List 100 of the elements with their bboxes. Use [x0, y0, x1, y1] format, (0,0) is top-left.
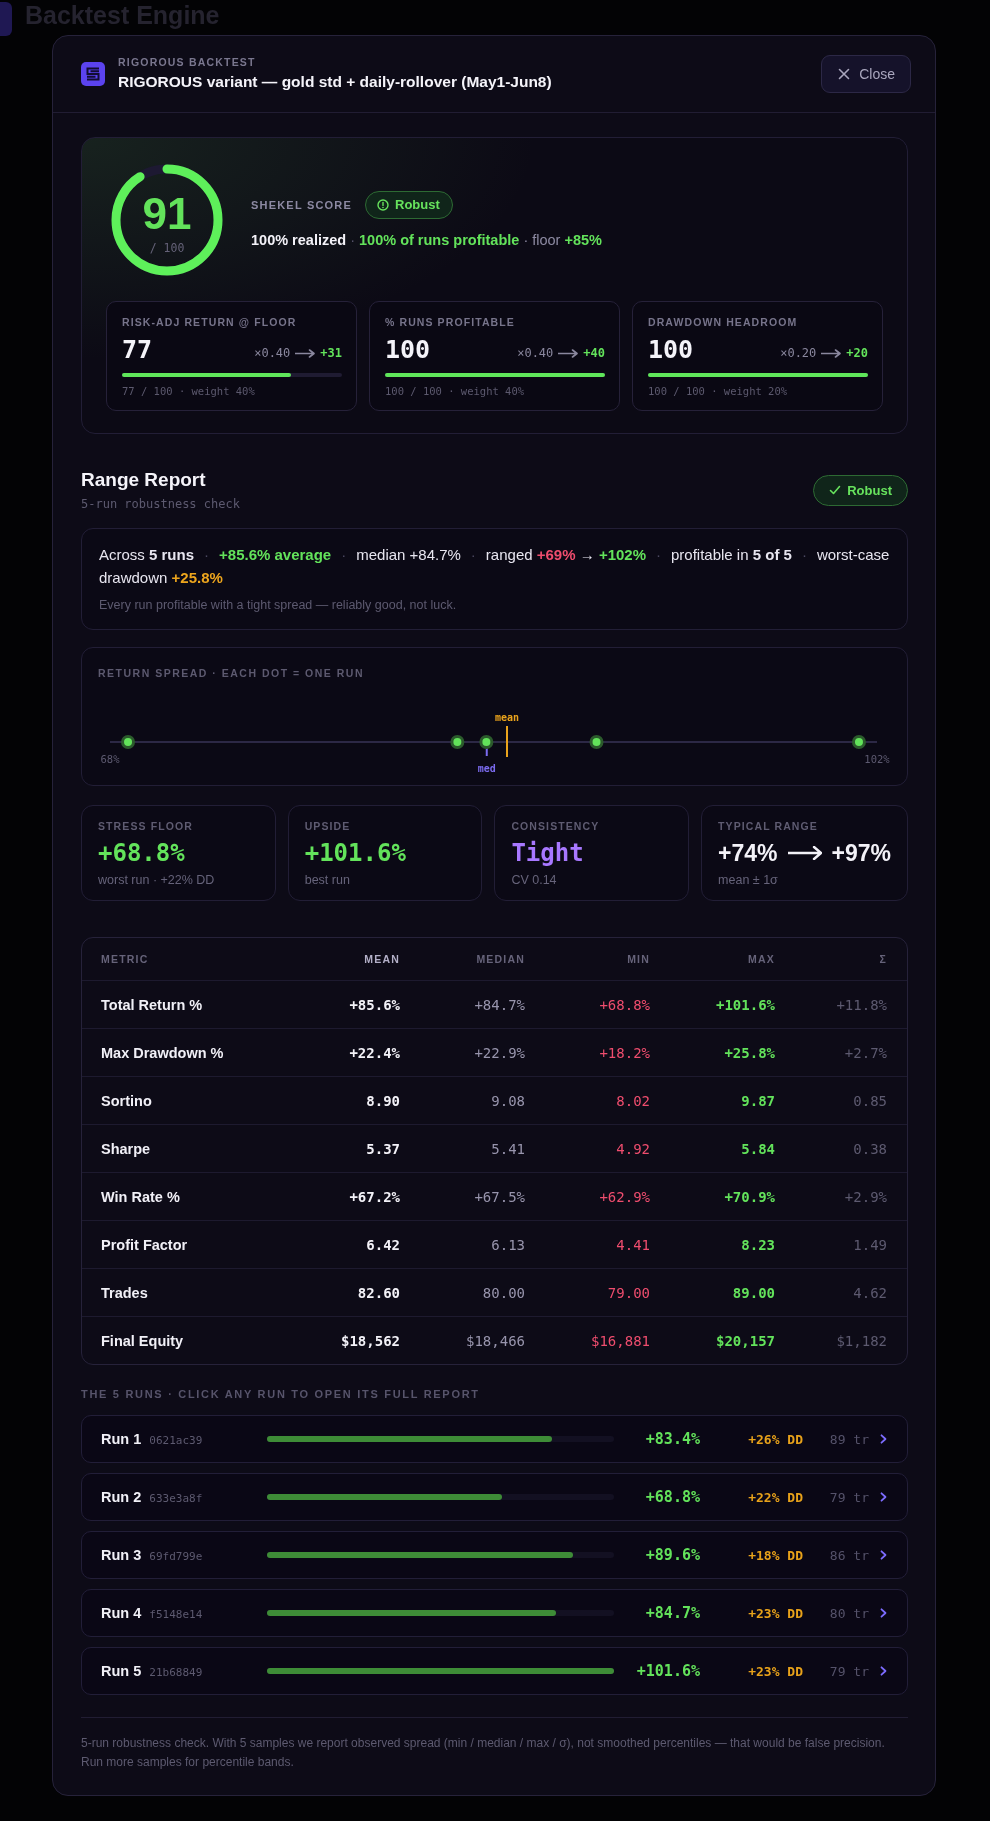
table-cell-text: +62.9%	[598, 1188, 650, 1205]
run-dot	[589, 735, 604, 749]
run-name: Run 2	[101, 1489, 142, 1505]
weighted-points: +31	[320, 346, 342, 360]
table-cell-text: 6.42	[365, 1236, 400, 1253]
run-hash: 0621ac39	[149, 1434, 203, 1447]
stat-value: Tight	[511, 839, 585, 867]
table-cell-text: +2.7%	[843, 1044, 887, 1061]
row-label: Max Drawdown %	[101, 1044, 225, 1061]
axis-label: 102%	[864, 753, 890, 765]
run-name: Run 1	[101, 1431, 142, 1447]
run-drawdown: +22% DD	[747, 1489, 803, 1505]
weight-factor: ×0.40	[517, 346, 554, 360]
range-high: +97%	[831, 839, 891, 867]
run-name: Run 4	[101, 1605, 142, 1621]
component-value: 77	[122, 335, 153, 365]
run-name: Run 5	[101, 1663, 142, 1679]
table-cell-text: $16,881	[590, 1332, 650, 1349]
table-cell-text: 9.87	[740, 1092, 775, 1109]
table-cell-text: 0.38	[852, 1140, 887, 1157]
component-value: 100	[385, 335, 431, 365]
chevron-right-icon	[880, 1492, 887, 1502]
column-header: MEAN	[363, 953, 400, 965]
table-cell-text: $20,157	[715, 1332, 775, 1349]
stat-value: +68.8%	[98, 839, 186, 867]
stat-caption: worst run · +22% DD	[98, 872, 216, 888]
column-header: MAX	[747, 953, 775, 965]
table-cell-text: +2.9%	[843, 1188, 887, 1205]
column-header: Σ	[878, 953, 887, 965]
summary-note: Every run profitable with a tight spread — reliably good, not luck.	[99, 597, 458, 613]
table-cell-text: +67.5%	[473, 1188, 525, 1205]
run-row[interactable]: Run 1 0621ac39 +83.4% +26% DD 89 tr	[81, 1415, 908, 1463]
table-cell-text: 89.00	[731, 1284, 775, 1301]
run-row[interactable]: Run 3 69fd799e +89.6% +18% DD 86 tr	[81, 1531, 908, 1579]
run-return: +83.4%	[644, 1430, 700, 1448]
run-row[interactable]: Run 2 633e3a8f +68.8% +22% DD 79 tr	[81, 1473, 908, 1521]
table-cell-text: $18,466	[465, 1332, 525, 1349]
run-row[interactable]: Run 4 f5148e14 +84.7% +23% DD 80 tr	[81, 1589, 908, 1637]
run-trades: 80 tr	[828, 1605, 869, 1621]
table-cell-text: +68.8%	[598, 996, 650, 1013]
weight-factor: ×0.20	[780, 346, 817, 360]
app-logo-icon	[0, 2, 12, 36]
row-label: Trades	[101, 1284, 149, 1301]
run-return: +101.6%	[635, 1662, 700, 1680]
table-cell-text: +11.8%	[835, 996, 887, 1013]
table-cell-text: 80.00	[481, 1284, 525, 1301]
component-label: % RUNS PROFITABLE	[385, 316, 516, 329]
table-cell-text: +18.2%	[598, 1044, 650, 1061]
run-dot	[852, 735, 866, 749]
table-cell-text: 4.41	[615, 1236, 650, 1253]
table-cell-text: 9.08	[490, 1092, 525, 1109]
component-footer: 100 / 100 · weight 40%	[385, 385, 605, 398]
run-dot	[121, 735, 135, 749]
arrow-right-icon	[558, 348, 579, 358]
chevron-right-icon	[880, 1666, 887, 1676]
table-cell-text: +84.7%	[473, 996, 525, 1013]
run-dot	[450, 735, 465, 749]
table-cell-text: 5.37	[365, 1140, 400, 1157]
run-trades: 86 tr	[828, 1547, 869, 1563]
table-cell-text: 8.02	[615, 1092, 650, 1109]
stat-caption: mean ± 1σ	[718, 872, 779, 888]
run-trades: 89 tr	[828, 1431, 869, 1447]
stat-caption: best run	[304, 872, 351, 888]
stat-label: STRESS FLOOR	[98, 820, 194, 833]
score-max: / 100	[149, 240, 185, 255]
run-trades: 79 tr	[828, 1489, 869, 1505]
run-drawdown: +18% DD	[747, 1547, 803, 1563]
run-dot	[479, 735, 494, 749]
logo-icon	[81, 62, 105, 86]
dialog-title: RIGOROUS variant — gold std + daily-rollover (May1-Jun8)	[118, 72, 552, 92]
run-drawdown: +26% DD	[747, 1431, 803, 1447]
run-row[interactable]: Run 5 21b68849 +101.6% +23% DD 79 tr	[81, 1647, 908, 1695]
table-cell-text: 8.90	[365, 1092, 400, 1109]
table-cell-text: 5.41	[490, 1140, 525, 1157]
run-return: +89.6%	[644, 1546, 700, 1564]
status-badge: Robust	[813, 474, 908, 506]
component-label: DRAWDOWN HEADROOM	[648, 316, 799, 329]
weighted-points: +20	[846, 346, 868, 360]
chevron-right-icon	[880, 1608, 887, 1618]
close-icon	[838, 68, 851, 80]
arrow-right-icon	[787, 846, 822, 860]
column-header: MEDIAN	[475, 953, 525, 965]
component-label: RISK-ADJ RETURN @ FLOOR	[122, 316, 298, 329]
row-label: Total Return %	[101, 996, 204, 1013]
stat-label: CONSISTENCY	[511, 820, 601, 833]
row-label: Final Equity	[101, 1332, 185, 1349]
table-cell-text: 0.85	[852, 1092, 887, 1109]
footnote: 5-run robustness check. With 5 samples we report observed spread (min / median / max / σ), not smoothed percentiles — that would be false precision. Run more samples for percentile bands.	[81, 1735, 886, 1771]
alert-circle-icon	[377, 198, 389, 211]
run-hash: 21b68849	[149, 1666, 203, 1679]
runs-heading: THE 5 RUNS · CLICK ANY RUN TO OPEN ITS FULL REPORT	[81, 1388, 481, 1401]
row-label: Sortino	[101, 1092, 153, 1109]
table-cell-text: 79.00	[606, 1284, 650, 1301]
score-summary: 100% realized · 100% of runs profitable · floor +85%	[251, 230, 602, 250]
table-cell-text: 1.49	[852, 1236, 887, 1253]
stat-label: UPSIDE	[304, 820, 352, 833]
close-button[interactable]: Close	[821, 55, 911, 93]
component-value: 100	[648, 335, 694, 365]
check-icon	[829, 484, 842, 496]
run-return: +68.8%	[644, 1488, 700, 1506]
